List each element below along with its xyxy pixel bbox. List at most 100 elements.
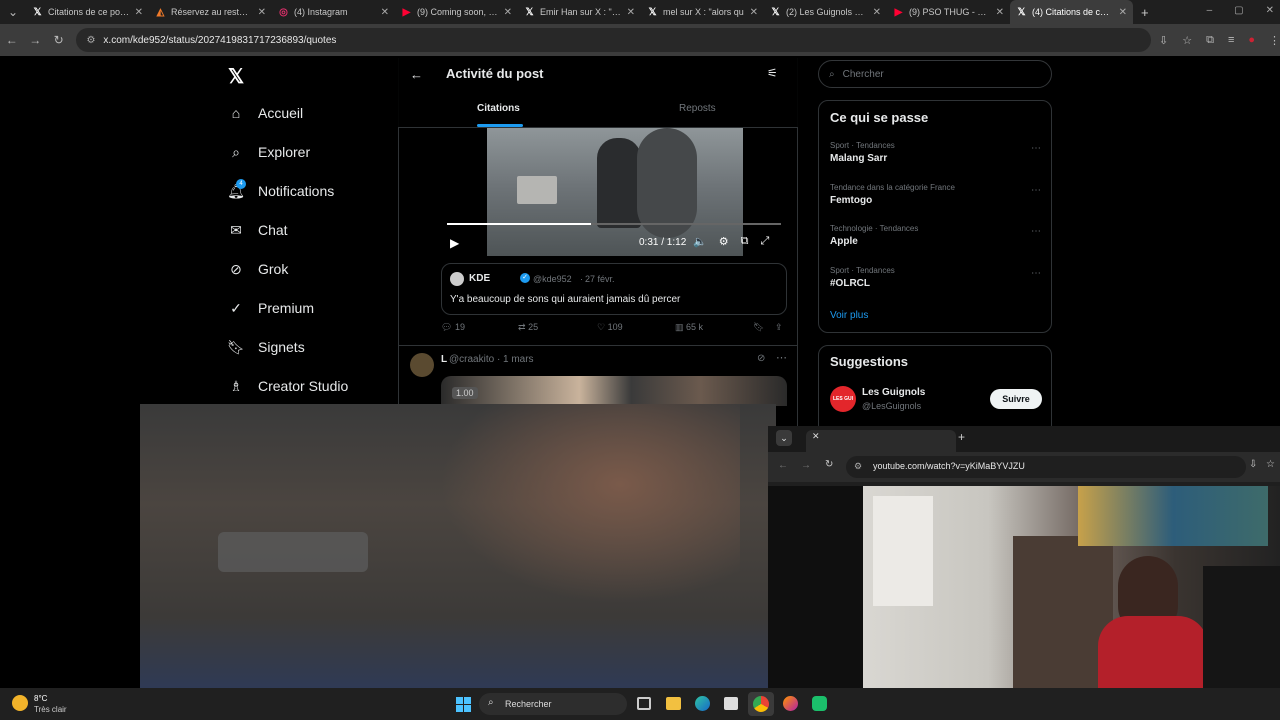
close-tab-icon[interactable]: ✕ [627, 7, 635, 18]
reload-icon[interactable]: ↻ [47, 33, 70, 47]
close-tab-icon[interactable]: ✕ [258, 7, 266, 18]
site-info-icon[interactable]: ⚙ [854, 461, 862, 472]
sidebar-item-accueil[interactable]: ⌂ Accueil [228, 105, 303, 121]
browser-tab[interactable]: 𝕏 (2) Les Guignols sur X ✕ [764, 0, 887, 24]
avatar[interactable]: LES GUI [830, 386, 856, 412]
more-icon[interactable]: ⋯ [1031, 185, 1041, 196]
forward-icon[interactable]: → [23, 33, 46, 47]
volume-icon[interactable]: 🔈 [693, 235, 707, 248]
sidebar-item-chat[interactable]: ✉ Chat [228, 222, 287, 239]
x-logo-icon[interactable]: 𝕏 [228, 64, 244, 89]
avatar[interactable] [410, 353, 434, 377]
quoted-post[interactable]: KDE ✓ @kde952 · 27 févr. Y'a beaucoup de… [441, 263, 787, 315]
browser-tab[interactable]: 𝕏mel sur X : "alors qu ✕ [641, 0, 764, 24]
tab-reposts[interactable]: Reposts [679, 103, 716, 114]
tab-citations[interactable]: Citations [477, 103, 520, 114]
chrome-icon[interactable] [748, 692, 774, 716]
grok-icon[interactable]: ⊘ [757, 353, 765, 364]
play-icon[interactable]: ▶ [450, 236, 459, 250]
new-tab-button[interactable]: + [1141, 5, 1149, 20]
sidebar-item-notifications[interactable]: 🔔︎ 4 Notifications [227, 179, 334, 199]
more-icon[interactable]: ⋯ [776, 351, 787, 364]
close-icon[interactable]: ✕ [812, 431, 820, 442]
video-progress-track[interactable] [447, 223, 781, 225]
firefox-icon[interactable] [783, 696, 798, 711]
close-tab-icon[interactable]: ✕ [135, 7, 143, 18]
pip-url-field[interactable]: ⚙ youtube.com/watch?v=yKiMaBYVJZU [846, 456, 1246, 478]
sidebar-item-premium[interactable]: ✓ Premium [228, 300, 314, 317]
next-post-media[interactable]: 1.00 [441, 376, 787, 406]
back-icon[interactable]: ← [778, 460, 788, 471]
url-field[interactable]: ⚙ x.com/kde952/status/202741983171723689… [76, 28, 1151, 52]
site-info-icon[interactable]: ⚙ [86, 35, 95, 46]
profile-icon[interactable]: ● [1248, 34, 1255, 47]
forward-icon[interactable]: → [801, 460, 811, 471]
webcam-video[interactable] [863, 486, 1280, 688]
trend-item[interactable]: Tendance dans la catégorie France Femtogo [830, 183, 955, 206]
taskbar-search[interactable]: ⌕ Rechercher [479, 693, 627, 715]
show-more-link[interactable]: Voir plus [830, 310, 868, 321]
maximize-icon[interactable]: ▢ [1234, 5, 1243, 16]
menu-icon[interactable]: ⋮ [1269, 34, 1280, 47]
trend-item[interactable]: Sport · Tendances Malang Sarr [830, 141, 895, 164]
windows-start-icon[interactable] [456, 697, 471, 712]
app-icon[interactable] [812, 696, 827, 711]
store-icon[interactable] [724, 697, 738, 710]
sidebar-item-grok[interactable]: ⊘ Grok [228, 261, 288, 278]
close-tab-icon[interactable]: ✕ [504, 7, 512, 18]
reply-button[interactable]: 💬︎ 19 [441, 322, 465, 333]
close-tab-icon[interactable]: ✕ [873, 7, 881, 18]
edge-icon[interactable] [695, 696, 710, 711]
reload-icon[interactable]: ↻ [825, 459, 833, 470]
minimize-icon[interactable]: – [1207, 5, 1213, 16]
task-view-icon[interactable] [637, 697, 651, 710]
settings-icon[interactable]: ⚙ [719, 235, 729, 248]
pip-icon[interactable]: ⧉ [741, 235, 749, 248]
video-player[interactable]: ▶ 0:31 / 1:12 🔈 ⚙ ⧉ ⤢ [441, 128, 787, 256]
file-explorer-icon[interactable] [666, 697, 681, 710]
star-icon[interactable]: ☆ [1182, 34, 1192, 47]
browser-tab[interactable]: ◎ (4) Instagram ✕ [272, 0, 395, 24]
sidebar-item-signets[interactable]: 🔖︎ Signets [227, 339, 305, 356]
more-icon[interactable]: ⋯ [1031, 143, 1041, 154]
chevron-down-icon[interactable]: ⌄ [776, 430, 792, 446]
install-icon[interactable]: ⇩ [1159, 34, 1168, 47]
close-tab-icon[interactable]: ✕ [1119, 7, 1127, 18]
back-icon[interactable]: ← [0, 33, 23, 47]
sidebar-item-creator-studio[interactable]: ♗ Creator Studio [228, 378, 349, 395]
weather-icon[interactable] [12, 695, 28, 711]
install-icon[interactable]: ⇩ [1249, 459, 1257, 470]
trend-item[interactable]: Sport · Tendances #OLRCL [830, 266, 895, 289]
browser-tab[interactable]: ▶ (9) PSO THUG - Plein ✕ [887, 0, 1010, 24]
browser-tab[interactable]: ▶ (9) Coming soon, a n ✕ [395, 0, 518, 24]
browser-tab[interactable]: 𝕏 Emir Han sur X : "Eve ✕ [518, 0, 641, 24]
share-button[interactable]: ⇪ [775, 322, 783, 333]
close-window-icon[interactable]: ✕ [1266, 5, 1274, 16]
back-arrow-icon[interactable]: ← [410, 67, 423, 82]
follow-button[interactable]: Suivre [990, 389, 1042, 409]
trend-item[interactable]: Technologie · Tendances Apple [830, 224, 918, 247]
more-icon[interactable]: ⋯ [1031, 268, 1041, 279]
browser-tab[interactable]: 𝕏 Citations de ce post / ✕ [26, 0, 149, 24]
pip-tab[interactable] [806, 430, 956, 452]
star-icon[interactable]: ☆ [1266, 459, 1275, 470]
close-tab-icon[interactable]: ✕ [381, 7, 389, 18]
close-tab-icon[interactable]: ✕ [996, 7, 1004, 18]
browser-tab[interactable]: 𝕏 (4) Citations de ce po ✕ [1010, 0, 1133, 24]
filter-icon[interactable]: ⚟ [767, 66, 778, 80]
views-button[interactable]: ▥ 65 k [675, 322, 703, 333]
like-button[interactable]: ♡ 109 [597, 322, 623, 333]
browser-tab[interactable]: ◭ Réservez au restaura ✕ [149, 0, 272, 24]
fullscreen-icon[interactable]: ⤢ [760, 235, 769, 248]
sidebar-item-explorer[interactable]: ⌕ Explorer [228, 144, 310, 161]
extensions-icon[interactable]: ⧉ [1206, 34, 1214, 47]
new-tab-button[interactable]: + [958, 430, 965, 444]
suggestion-name[interactable]: Les Guignols [862, 387, 925, 398]
search-input[interactable]: ⌕ Chercher [818, 60, 1052, 88]
repost-button[interactable]: ⇄ 25 [518, 322, 538, 333]
tab-list-icon[interactable]: ⌄ [0, 5, 26, 19]
close-tab-icon[interactable]: ✕ [750, 7, 758, 18]
media-icon[interactable]: ≡ [1228, 34, 1234, 47]
bookmark-button[interactable]: 🔖︎ [753, 322, 764, 333]
more-icon[interactable]: ⋯ [1031, 226, 1041, 237]
